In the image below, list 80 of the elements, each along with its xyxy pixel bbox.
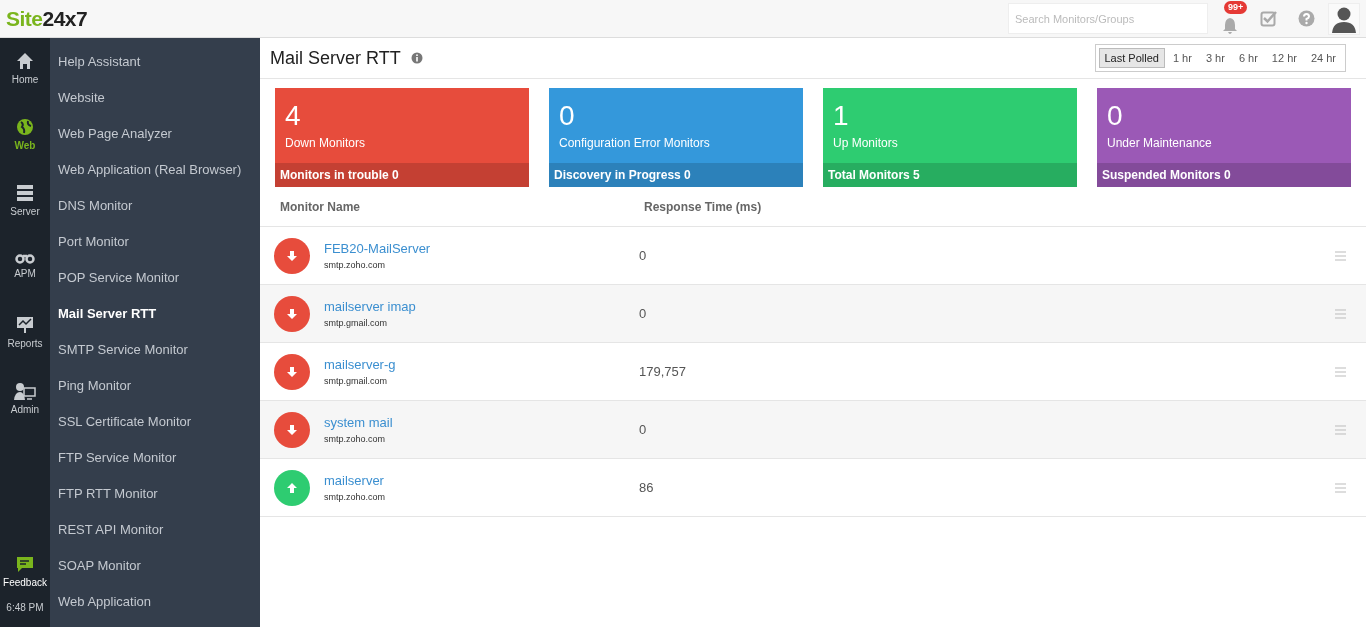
submenu-item[interactable]: FTP Service Monitor [50,439,260,475]
monitor-host: smtp.zoho.com [324,434,387,444]
notification-count: 99+ [1224,0,1248,14]
response-time: 179,757 [639,364,686,379]
card-label: Under Maintenance [1107,136,1213,150]
submenu-item[interactable]: Ping Monitor [50,367,260,403]
user-avatar[interactable] [1328,2,1360,35]
rail-nav-item[interactable]: APM [0,248,50,314]
page-title: Mail Server RTT [270,47,401,69]
period-tab[interactable]: 24 hr [1304,48,1342,68]
monitor-host: smtp.gmail.com [324,318,388,328]
chat-bubble-icon[interactable] [16,556,34,573]
submenu-item[interactable]: Port Monitor [50,223,260,259]
help-icon[interactable] [1297,10,1315,27]
submenu-item[interactable]: FTP RTT Monitor [50,475,260,511]
monitor-host: smtp.zoho.com [324,260,387,270]
period-tab[interactable]: 6 hr [1232,48,1264,68]
period-tab[interactable]: 1 hr [1166,48,1198,68]
submenu-item[interactable]: Web Page Analyzer [50,115,260,151]
monitor-name-link[interactable]: mailserver-g [324,357,639,372]
status-card[interactable]: 0 Under Maintenance Suspended Monitors 0 [1097,88,1351,187]
submenu-item[interactable]: POP Service Monitor [50,259,260,295]
card-count: 0 [559,100,576,132]
card-label: Configuration Error Monitors [559,136,711,150]
search-field[interactable]: Search Monitors/Groups [1008,3,1208,34]
submenu-item[interactable]: Mail Server RTT [50,295,260,331]
monitor-host: smtp.zoho.com [324,492,387,502]
column-header: Response Time (ms) [644,199,762,214]
response-time: 86 [639,480,654,495]
info-icon[interactable] [410,52,423,64]
rail-nav-item[interactable]: Admin [0,380,50,446]
monitor-host: smtp.gmail.com [324,376,388,386]
card-footer: Suspended Monitors 0 [1097,163,1351,187]
status-card[interactable]: 0 Configuration Error Monitors Discovery in Progress 0 [549,88,803,187]
column-header: Monitor Name [280,199,361,214]
submenu-item[interactable]: Web Application (Real Browser) [50,151,260,187]
globe-icon [16,118,34,136]
submenu-item[interactable]: DNS Monitor [50,187,260,223]
submenu-item[interactable]: SOAP Monitor [50,547,260,583]
user-monitor-icon [14,382,36,400]
submenu-item[interactable]: REST API Monitor [50,511,260,547]
card-footer: Total Monitors 5 [823,163,1077,187]
card-footer: Discovery in Progress 0 [549,163,803,187]
card-count: 0 [1107,100,1124,132]
submenu-item[interactable]: SSL Certificate Monitor [50,403,260,439]
feedback-link[interactable]: Feedback [3,577,47,588]
rail-nav-item[interactable]: Home [0,50,50,116]
down-status-icon [274,237,310,274]
submenu-item[interactable]: SMTP Service Monitor [50,331,260,367]
down-status-icon [274,353,310,390]
card-count: 4 [285,100,302,132]
card-footer: Monitors in trouble 0 [275,163,529,187]
checkbox-tick-icon[interactable] [1259,10,1277,27]
period-tab[interactable]: 12 hr [1265,48,1303,68]
status-card[interactable]: 4 Down Monitors Monitors in trouble 0 [275,88,529,187]
response-time: 0 [639,306,647,321]
period-tab[interactable]: Last Polled [1098,48,1165,68]
submenu-item[interactable]: Help Assistant [50,43,260,79]
home-icon [16,52,34,70]
server-icon [16,184,34,202]
monitor-name-link[interactable]: FEB20-MailServer [324,241,639,256]
response-time: 0 [639,422,647,437]
rail-nav-item[interactable]: Server [0,182,50,248]
period-tab[interactable]: 3 hr [1199,48,1231,68]
presentation-chart-icon [16,316,34,334]
response-time: 0 [639,248,647,263]
submenu-item[interactable]: Web Application [50,583,260,619]
card-count: 1 [833,100,850,132]
up-status-icon [274,469,310,506]
card-label: Down Monitors [285,136,367,150]
down-status-icon [274,295,310,332]
site-logo[interactable]: Site24x7 [6,6,88,31]
rail-nav-item[interactable]: Reports [0,314,50,380]
down-status-icon [274,411,310,448]
card-label: Up Monitors [833,136,899,150]
submenu-item[interactable]: Website [50,79,260,115]
clock-time: 6:48 PM [6,602,44,613]
monitor-name-link[interactable]: mailserver [324,473,639,488]
bell-icon[interactable] [1222,16,1238,35]
rail-nav-item[interactable]: Web [0,116,50,182]
